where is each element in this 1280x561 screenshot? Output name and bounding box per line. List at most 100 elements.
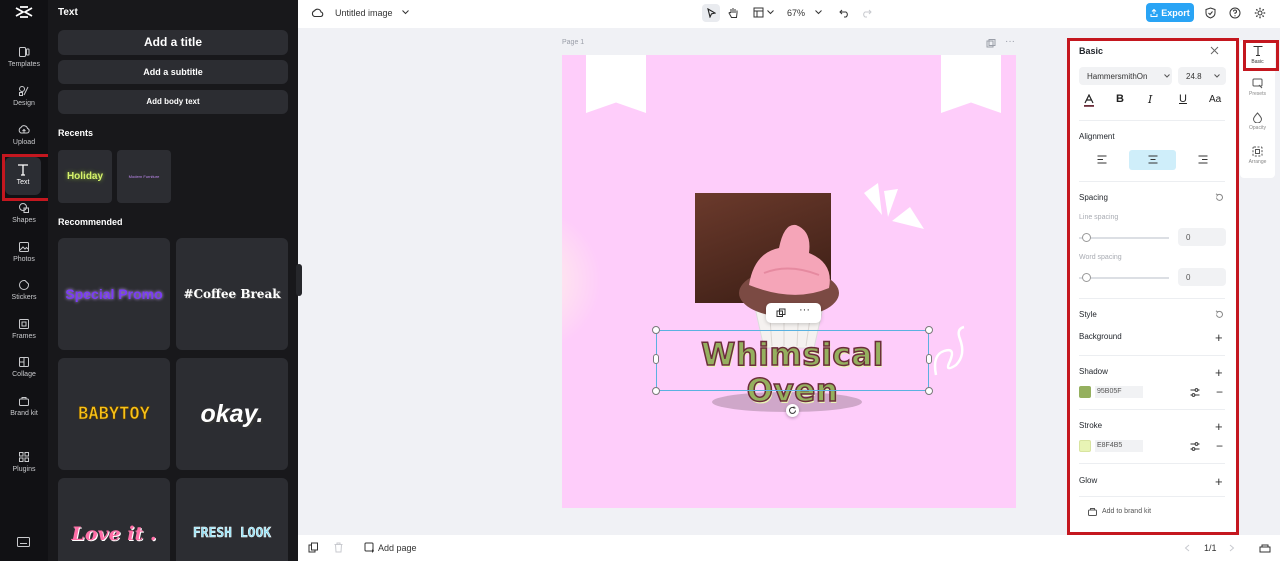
line-spacing-slider[interactable] xyxy=(1079,237,1169,239)
hand-icon[interactable] xyxy=(728,7,739,19)
slider-knob[interactable] xyxy=(1082,273,1091,282)
word-spacing-input[interactable]: 0 xyxy=(1178,268,1226,286)
adjust-icon[interactable] xyxy=(1190,388,1200,397)
zoom-level[interactable]: 67% xyxy=(787,8,805,18)
ribbon-shape[interactable] xyxy=(586,55,646,113)
stroke-color-hex[interactable]: E8F4B5 xyxy=(1095,440,1143,452)
rail-collage[interactable]: Collage xyxy=(0,356,48,378)
align-left-icon[interactable] xyxy=(1097,155,1107,164)
rail-design[interactable]: Design xyxy=(0,85,48,107)
chevron-left-icon[interactable] xyxy=(1184,544,1190,552)
select-tool-button[interactable] xyxy=(702,4,720,22)
layout-icon[interactable] xyxy=(753,7,764,18)
add-glow-icon[interactable]: + xyxy=(1215,475,1223,488)
add-page-button[interactable]: Add page xyxy=(378,543,417,553)
add-background-icon[interactable]: + xyxy=(1215,331,1223,344)
add-shadow-icon[interactable]: + xyxy=(1215,366,1223,379)
chevron-right-icon[interactable] xyxy=(1229,544,1235,552)
more-icon[interactable]: ··· xyxy=(1005,36,1015,47)
rail-stickers[interactable]: Stickers xyxy=(0,279,48,301)
document-title[interactable]: Untitled image xyxy=(335,8,393,18)
chevron-down-icon[interactable] xyxy=(402,10,409,15)
close-icon[interactable] xyxy=(1210,46,1219,55)
rail-brand-kit[interactable]: Brand kit xyxy=(0,395,48,417)
remove-stroke-icon[interactable]: − xyxy=(1216,440,1223,452)
resize-handle[interactable] xyxy=(925,326,933,334)
ribbon-shape[interactable] xyxy=(941,55,1001,113)
rail-photos[interactable]: Photos xyxy=(0,241,48,263)
resize-handle[interactable] xyxy=(925,387,933,395)
delete-icon[interactable] xyxy=(333,542,344,553)
remove-shadow-icon[interactable]: − xyxy=(1216,386,1223,398)
stroke-color-swatch[interactable] xyxy=(1079,440,1091,452)
undo-icon[interactable] xyxy=(839,7,850,18)
resize-handle[interactable] xyxy=(652,326,660,334)
align-center-button[interactable] xyxy=(1129,150,1176,170)
rail-frames[interactable]: Frames xyxy=(0,318,48,340)
rail-upload[interactable]: Upload xyxy=(0,124,48,146)
divider xyxy=(1079,355,1225,356)
shadow-color-hex[interactable]: 95B05F xyxy=(1095,386,1143,398)
adjust-icon[interactable] xyxy=(1190,442,1200,451)
add-title-button[interactable]: Add a title xyxy=(58,30,288,55)
pages-icon[interactable] xyxy=(308,542,319,553)
font-family-select[interactable]: HammersmithOn xyxy=(1079,67,1172,85)
confetti-shape[interactable] xyxy=(858,181,928,231)
rail-plugins[interactable]: Plugins xyxy=(0,451,48,473)
recent-item[interactable]: Holiday xyxy=(58,150,112,203)
shadow-color-swatch[interactable] xyxy=(1079,386,1091,398)
add-body-text-button[interactable]: Add body text xyxy=(58,90,288,114)
align-right-icon[interactable] xyxy=(1198,155,1208,164)
text-preset-card[interactable]: okay. xyxy=(176,358,288,470)
slider-knob[interactable] xyxy=(1082,233,1091,242)
add-stroke-icon[interactable]: + xyxy=(1215,420,1223,433)
line-spacing-input[interactable]: 0 xyxy=(1178,228,1226,246)
capcut-logo[interactable] xyxy=(14,5,34,19)
help-icon[interactable] xyxy=(1229,7,1241,19)
cursor-icon xyxy=(707,8,716,18)
resize-handle[interactable] xyxy=(653,354,659,364)
chevron-down-icon[interactable] xyxy=(815,10,822,15)
text-preset-card[interactable]: #Coffee Break xyxy=(176,238,288,350)
chevron-down-icon[interactable] xyxy=(767,10,774,15)
resize-handle[interactable] xyxy=(926,354,932,364)
text-preset-card[interactable]: Love it . xyxy=(58,478,170,561)
more-icon[interactable]: ··· xyxy=(799,304,810,316)
rail-templates[interactable]: Templates xyxy=(0,46,48,68)
swirl-shape[interactable] xyxy=(930,325,970,380)
shield-icon[interactable] xyxy=(1205,7,1216,19)
copy-icon[interactable] xyxy=(776,308,786,318)
keyboard-icon[interactable] xyxy=(17,537,30,547)
selection-box[interactable] xyxy=(656,330,929,391)
underline-icon[interactable]: U xyxy=(1179,93,1187,105)
layers-icon[interactable] xyxy=(1259,542,1271,553)
export-button[interactable]: Export xyxy=(1146,3,1194,22)
resize-handle[interactable] xyxy=(652,387,660,395)
tab-arrange[interactable]: Arrange xyxy=(1240,146,1275,165)
design-canvas[interactable]: Whimsical Oven ··· xyxy=(562,55,1016,508)
panel-collapse-handle[interactable] xyxy=(296,264,302,296)
reset-icon[interactable] xyxy=(1215,193,1224,202)
gear-icon[interactable] xyxy=(1254,7,1266,19)
redo-icon[interactable] xyxy=(861,7,872,18)
text-preset-card[interactable]: FRESH LOOK xyxy=(176,478,288,561)
add-to-brand-kit-button[interactable]: Add to brand kit xyxy=(1102,508,1151,515)
add-subtitle-button[interactable]: Add a subtitle xyxy=(58,60,288,84)
reset-icon[interactable] xyxy=(1215,310,1224,319)
text-preset-card[interactable]: BABYTOY xyxy=(58,358,170,470)
tab-presets[interactable]: Presets xyxy=(1240,78,1275,97)
text-preset-card[interactable]: Special Promo xyxy=(58,238,170,350)
text-color-icon[interactable] xyxy=(1083,94,1095,107)
italic-icon[interactable]: I xyxy=(1148,93,1152,106)
rail-shapes[interactable]: Shapes xyxy=(0,202,48,224)
recent-item[interactable]: Modern Furniture xyxy=(117,150,171,203)
recommended-title: Recommended xyxy=(58,217,123,227)
rotate-handle[interactable] xyxy=(786,404,799,417)
text-case-icon[interactable]: Aa xyxy=(1209,94,1221,105)
tab-opacity[interactable]: Opacity xyxy=(1240,112,1275,131)
word-spacing-slider[interactable] xyxy=(1079,277,1169,279)
left-rail: Templates Design Upload Text Shapes Phot… xyxy=(0,0,48,561)
duplicate-page-icon[interactable] xyxy=(986,39,996,48)
bold-icon[interactable]: B xyxy=(1116,93,1124,105)
add-page-icon[interactable] xyxy=(364,542,375,553)
